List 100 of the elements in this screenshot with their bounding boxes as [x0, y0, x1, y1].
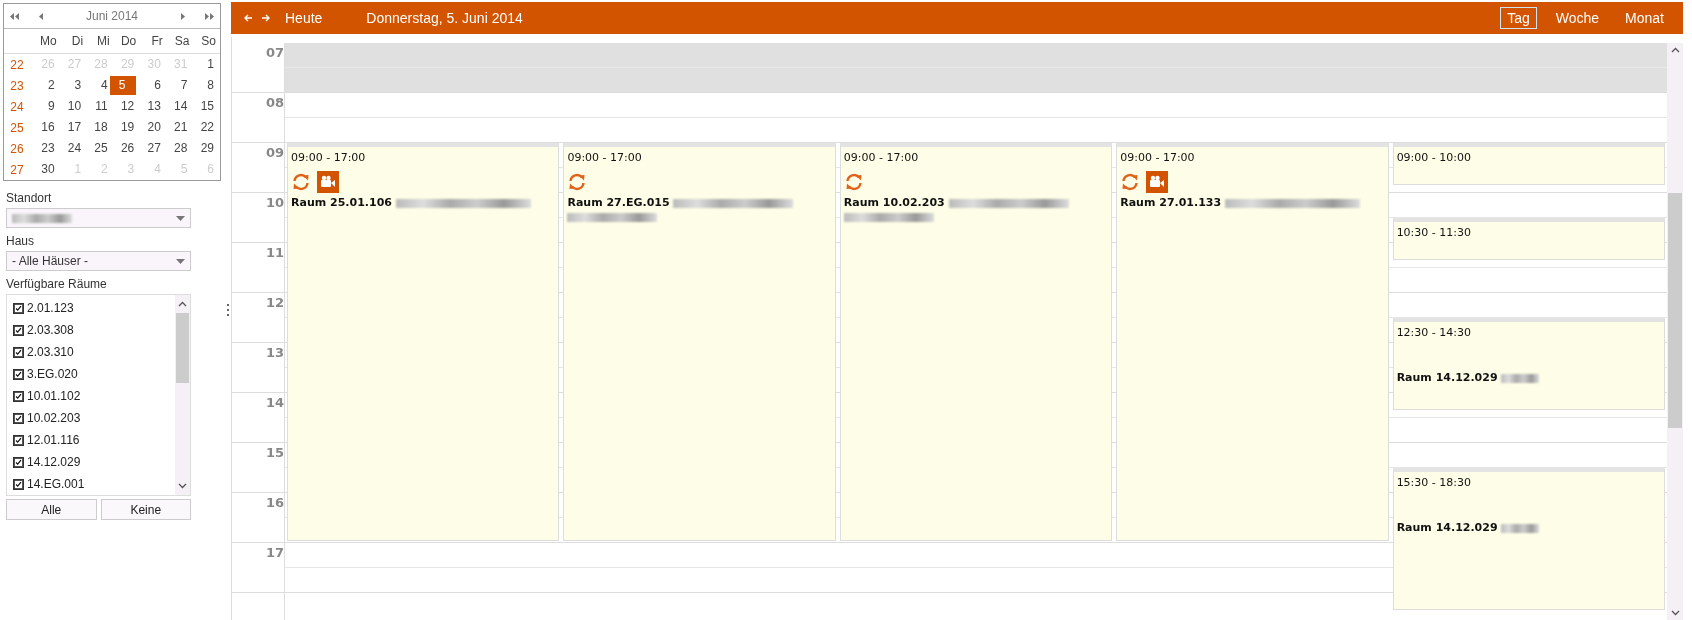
room-name: Raum 25.01.106	[291, 196, 392, 209]
calendar-day[interactable]: 2	[30, 76, 57, 95]
view-tab[interactable]: Tag	[1500, 7, 1537, 29]
calendar-day[interactable]: 20	[136, 118, 163, 137]
calendar-day[interactable]: 3	[56, 76, 84, 95]
today-link[interactable]: Heute	[285, 10, 323, 26]
calendar-day[interactable]: 4	[83, 76, 110, 95]
last-icon[interactable]	[205, 12, 214, 20]
select-button[interactable]: Alle	[6, 499, 97, 520]
blurred-text	[1501, 373, 1540, 383]
view-tab[interactable]: Monat	[1618, 7, 1671, 29]
checkbox[interactable]	[13, 346, 24, 358]
calendar-day[interactable]: 15	[189, 97, 216, 116]
calendar-day[interactable]: 30	[30, 160, 57, 179]
event-card[interactable]: 09:00 - 17:00 Raum 25.01.106	[287, 143, 560, 541]
room-label: 12.01.116	[27, 433, 80, 447]
scroll-up-icon[interactable]	[1670, 47, 1680, 53]
previous-icon[interactable]	[39, 12, 44, 20]
weekday-label: Di	[70, 34, 84, 48]
checkbox[interactable]	[13, 478, 24, 490]
event-card[interactable]: 09:00 - 17:00 Raum 10.02.203	[839, 143, 1113, 541]
calendar-day[interactable]: 11	[83, 97, 110, 116]
event-card[interactable]: 09:00 - 10:00	[1392, 143, 1666, 185]
hour-label: 16	[265, 495, 284, 510]
hour-label: 07	[265, 45, 284, 60]
calendar-day[interactable]: 26	[109, 139, 137, 158]
event-time: 09:00 - 17:00	[1120, 151, 1196, 164]
checkbox[interactable]	[13, 368, 24, 380]
hour-label: 11	[265, 245, 284, 260]
weekday-label: Sa	[173, 34, 190, 48]
scrollbar[interactable]	[175, 295, 190, 495]
weekday-label: Mi	[96, 34, 110, 48]
calendar-day[interactable]: 25	[83, 139, 110, 158]
event-time: 09:00 - 17:00	[843, 151, 920, 164]
scroll-down-icon[interactable]	[1670, 610, 1680, 616]
calendar-day[interactable]: 21	[162, 118, 190, 137]
weekday-label: Do	[119, 34, 137, 48]
checkbox[interactable]	[13, 412, 24, 424]
calendar-day[interactable]: 28	[162, 139, 190, 158]
month-title: Juni 2014	[84, 9, 139, 23]
checkbox[interactable]	[13, 302, 24, 314]
calendar-day[interactable]: 12	[109, 97, 137, 116]
checkbox[interactable]	[13, 324, 24, 336]
calendar-day[interactable]: 8	[189, 76, 216, 95]
list-label: Verfügbare Räume	[6, 277, 108, 291]
calendar-day[interactable]: 7	[162, 76, 190, 95]
event-card[interactable]: 15:30 - 18:30 Raum 14.12.029	[1392, 468, 1666, 610]
weekday-label: Fr	[150, 34, 163, 48]
event-card[interactable]: 12:30 - 14:30 Raum 14.12.029	[1392, 318, 1666, 410]
calendar-day[interactable]: 14	[162, 97, 190, 116]
week-number: 24	[9, 99, 25, 114]
room-name: Raum 14.12.029	[1396, 521, 1498, 534]
calendar-day[interactable]: 1	[189, 55, 216, 74]
scroll-down-icon[interactable]	[178, 483, 187, 489]
calendar-day[interactable]: 10	[56, 97, 84, 116]
calendar-day[interactable]: 5	[109, 76, 137, 95]
checkbox[interactable]	[13, 390, 24, 402]
calendar-day[interactable]: 19	[109, 118, 137, 137]
splitter-handle[interactable]	[227, 304, 229, 316]
week-number: 25	[9, 120, 25, 135]
building-dropdown[interactable]: - Alle Häuser -	[6, 251, 191, 271]
view-tab[interactable]: Woche	[1548, 7, 1607, 29]
room-name: Raum 27.EG.015	[567, 196, 670, 209]
event-card[interactable]: 10:30 - 11:30	[1392, 218, 1666, 260]
hour-label: 08	[265, 95, 284, 110]
checkbox[interactable]	[13, 456, 24, 468]
back-arrow-icon[interactable]	[243, 13, 253, 23]
event-time: 12:30 - 14:30	[1396, 326, 1472, 339]
room-name: Raum 27.01.133	[1120, 196, 1222, 209]
select-button[interactable]: Keine	[100, 499, 191, 520]
calendar-day[interactable]: 23	[30, 139, 57, 158]
event-card[interactable]: 09:00 - 17:00 Raum 27.EG.015	[563, 143, 836, 541]
calendar-day[interactable]: 24	[56, 139, 84, 158]
checkbox[interactable]	[13, 434, 24, 446]
calendar-day[interactable]: 29	[189, 139, 216, 158]
event-card[interactable]: 09:00 - 17:00 Raum 27.01.133	[1116, 143, 1389, 541]
room-label: 10.01.102	[27, 389, 81, 403]
first-icon[interactable]	[10, 12, 19, 20]
calendar-day[interactable]: 13	[136, 97, 163, 116]
dropdown-caret-icon	[176, 215, 185, 221]
calendar-day[interactable]: 6	[136, 76, 163, 95]
calendar-day[interactable]: 22	[189, 118, 216, 137]
week-number: 27	[9, 162, 25, 177]
calendar-day[interactable]: 27	[136, 139, 163, 158]
forward-arrow-icon[interactable]	[261, 13, 271, 23]
calendar-day[interactable]: 18	[83, 118, 110, 137]
hour-label: 10	[265, 195, 284, 210]
blurred-text	[1501, 523, 1540, 533]
scrollbar[interactable]	[1667, 43, 1683, 620]
calendar-day[interactable]: 16	[30, 118, 57, 137]
date-title: Donnerstag, 5. Juni 2014	[366, 10, 524, 26]
next-icon[interactable]	[180, 12, 185, 20]
scroll-up-icon[interactable]	[178, 301, 187, 307]
week-number: 26	[9, 141, 25, 156]
weekday-label: So	[200, 34, 216, 48]
event-time: 09:00 - 10:00	[1396, 151, 1472, 164]
calendar-day[interactable]: 9	[30, 97, 57, 116]
hour-label: 13	[265, 345, 284, 360]
event-time: 15:30 - 18:30	[1396, 476, 1472, 489]
calendar-day[interactable]: 17	[56, 118, 84, 137]
